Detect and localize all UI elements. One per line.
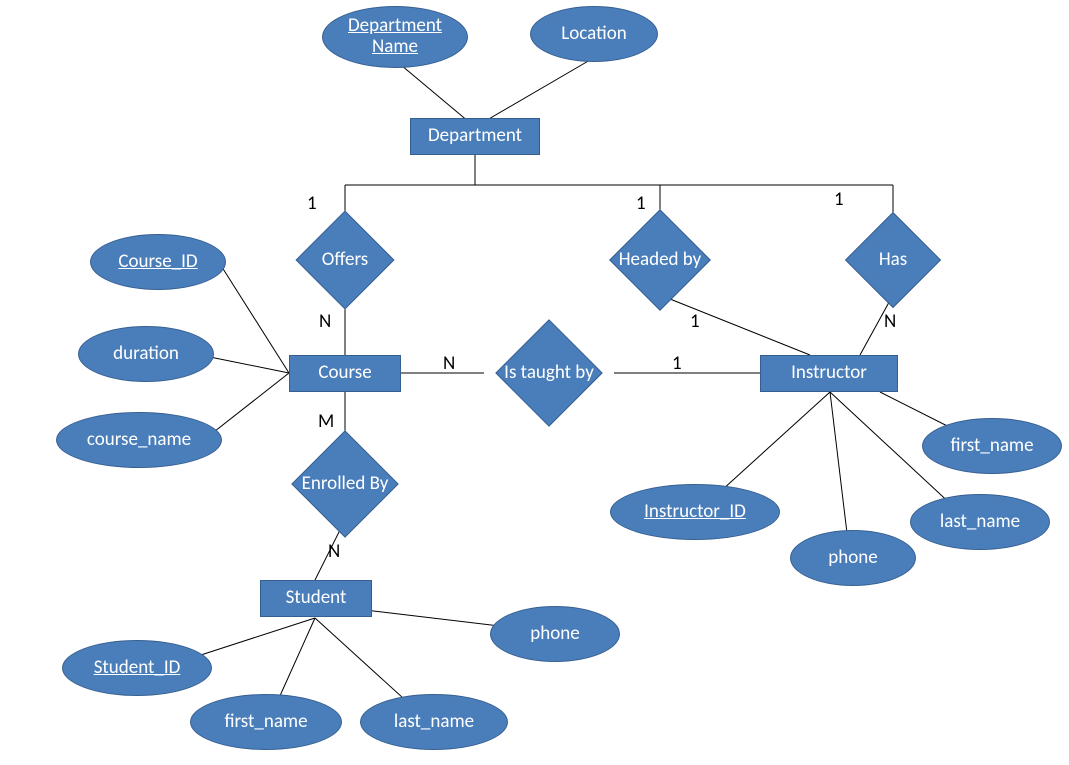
cardinality-offers-course: N xyxy=(319,310,331,333)
attr-course-name: course_name xyxy=(56,412,222,468)
entity-label: Department xyxy=(428,126,522,147)
entity-instructor: Instructor xyxy=(760,355,898,392)
cardinality-headed-inst: 1 xyxy=(690,310,700,333)
attr-department-name: Department Name xyxy=(322,6,468,68)
attr-label: course_name xyxy=(87,430,191,451)
attr-label: first_name xyxy=(950,436,1033,457)
attr-label: last_name xyxy=(394,712,474,733)
cardinality-course-enrolled: M xyxy=(318,410,334,433)
attr-label: first_name xyxy=(224,712,307,733)
attr-label: phone xyxy=(530,624,579,645)
attr-label: last_name xyxy=(940,512,1020,533)
attr-student-first-name: first_name xyxy=(190,694,342,750)
attr-label: Location xyxy=(561,24,626,45)
entity-course: Course xyxy=(289,355,401,392)
attr-instructor-last-name: last_name xyxy=(910,494,1050,550)
cardinality-course-taught: N xyxy=(443,352,455,375)
entity-department: Department xyxy=(410,118,540,155)
relationship-label: Headed by xyxy=(600,222,720,298)
relationship-headed-by: Headed by xyxy=(600,222,720,298)
entity-label: Student xyxy=(286,588,347,609)
attr-label: Student_ID xyxy=(94,658,181,679)
cardinality-dep-headed: 1 xyxy=(636,192,646,215)
entity-student: Student xyxy=(260,580,372,617)
cardinality-dep-has: 1 xyxy=(834,188,844,211)
relationship-is-taught-by: Is taught by xyxy=(484,330,614,416)
cardinality-taught-inst: 1 xyxy=(672,352,682,375)
relationship-label: Offers xyxy=(290,222,400,298)
relationship-label: Enrolled By xyxy=(280,444,410,524)
attr-duration: duration xyxy=(78,326,214,382)
relationship-offers: Offers xyxy=(290,222,400,298)
attr-instructor-phone: phone xyxy=(790,530,916,586)
attr-label: Course_ID xyxy=(118,252,197,273)
attr-label: Department Name xyxy=(323,16,467,58)
attr-location: Location xyxy=(530,6,658,62)
entity-label: Course xyxy=(318,363,371,384)
cardinality-has-inst: N xyxy=(884,310,896,333)
entity-label: Instructor xyxy=(791,363,867,384)
attr-label: Instructor_ID xyxy=(644,502,746,523)
cardinality-enrolled-student: N xyxy=(328,540,340,563)
attr-student-last-name: last_name xyxy=(360,694,508,750)
relationship-label: Is taught by xyxy=(484,330,614,416)
relationship-has: Has xyxy=(840,222,946,298)
attr-label: phone xyxy=(828,548,877,569)
attr-course-id: Course_ID xyxy=(90,234,226,290)
attr-instructor-id: Instructor_ID xyxy=(610,484,780,540)
relationship-label: Has xyxy=(840,222,946,298)
attr-label: duration xyxy=(113,344,179,365)
attr-student-id: Student_ID xyxy=(62,640,212,696)
cardinality-dep-offers: 1 xyxy=(307,192,317,215)
relationship-enrolled-by: Enrolled By xyxy=(280,444,410,524)
attr-instructor-first-name: first_name xyxy=(922,418,1062,474)
attr-student-phone: phone xyxy=(490,606,620,662)
